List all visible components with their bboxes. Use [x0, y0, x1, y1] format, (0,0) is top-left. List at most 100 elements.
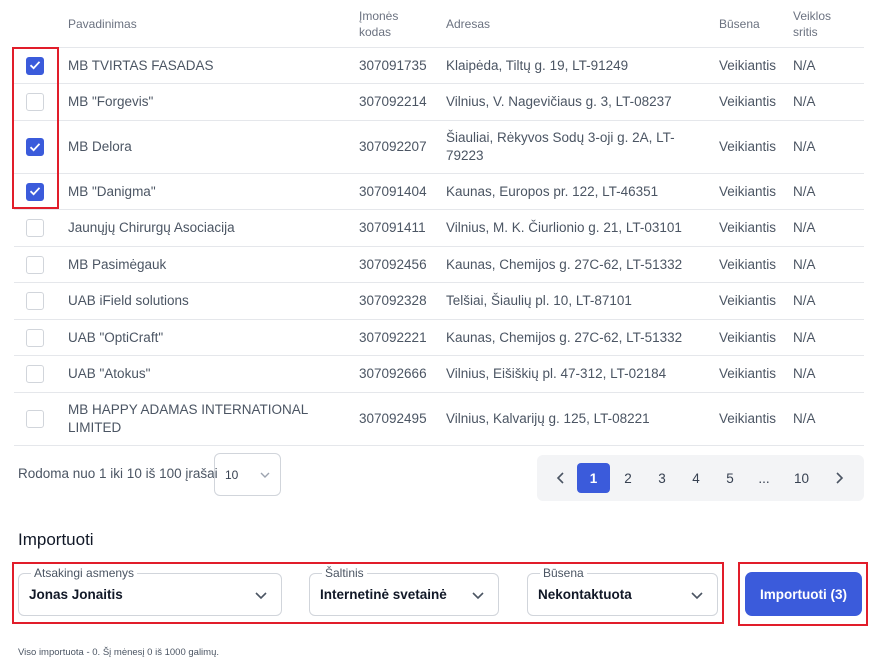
status-label: Būsena [540, 566, 587, 580]
company-code: 307092456 [359, 256, 427, 272]
company-code: 307092666 [359, 366, 427, 381]
table-row: MB TVIRTAS FASADAS 307091735 Klaipėda, Til… [14, 48, 864, 84]
table-row: MB Pasimėgauk 307092456 Kaunas, Chemijos g… [14, 247, 864, 283]
company-field: N/A [793, 366, 816, 381]
company-field: N/A [793, 411, 816, 426]
company-status: Veikiantis [719, 57, 777, 73]
import-button[interactable]: Importuoti (3) [745, 572, 862, 616]
row-checkbox[interactable] [26, 56, 44, 75]
next-page-button[interactable] [827, 463, 851, 493]
table-row: MB Delora 307092207 Šiauliai, Rėkyvos Sodų… [14, 121, 864, 174]
company-code: 307092495 [359, 411, 427, 426]
company-name: Jaunųjų Chirurgų Asociacija [68, 220, 235, 235]
company-field: N/A [793, 293, 816, 308]
company-address: Šiauliai, Rėkyvos Sodų 3-oji g. 2A, LT-7… [446, 130, 675, 163]
company-code: 307092328 [359, 293, 427, 308]
table-header: Pavadinimas Įmonės kodas Adresas Būsena V… [14, 0, 864, 48]
company-name: MB "Forgevis" [68, 94, 154, 109]
page-button-3[interactable]: 3 [648, 463, 676, 493]
companies-table: Pavadinimas Įmonės kodas Adresas Būsena V… [14, 0, 864, 446]
company-status: Veikiantis [719, 94, 777, 109]
company-code: 307091735 [359, 57, 427, 73]
row-checkbox[interactable] [26, 93, 44, 111]
prev-page-button[interactable] [549, 463, 573, 493]
table-row: MB HAPPY ADAMAS INTERNATIONAL LIMITED 307… [14, 393, 864, 446]
chevron-right-icon [836, 472, 844, 484]
source-value: Internetinė svetainė [320, 587, 447, 602]
company-address: Kaunas, Europos pr. 122, LT-46351 [446, 183, 659, 199]
company-field: N/A [793, 94, 816, 109]
status-select[interactable]: Būsena Nekontaktuota [527, 566, 718, 616]
row-checkbox[interactable] [26, 255, 44, 274]
company-field: N/A [793, 329, 816, 345]
table-body: MB TVIRTAS FASADAS 307091735 Klaipėda, Til… [14, 48, 864, 446]
company-status: Veikiantis [719, 366, 777, 381]
company-status: Veikiantis [719, 293, 777, 308]
import-title: Importuoti [18, 530, 94, 549]
row-checkbox[interactable] [26, 292, 44, 310]
company-code: 307092207 [359, 139, 427, 154]
page-size-select[interactable]: 10 [214, 453, 281, 496]
company-name: UAB iField solutions [68, 293, 189, 308]
company-address: Kaunas, Chemijos g. 27C-62, LT-51332 [446, 256, 683, 272]
row-checkbox[interactable] [26, 138, 44, 156]
company-field: N/A [793, 57, 816, 73]
page-button-1[interactable]: 1 [577, 463, 610, 493]
company-name: MB "Danigma" [68, 183, 156, 199]
row-checkbox[interactable] [26, 182, 44, 201]
row-checkbox[interactable] [26, 410, 44, 428]
chevron-down-icon [255, 592, 267, 600]
check-icon [29, 187, 40, 196]
header-name: Pavadinimas [68, 17, 137, 31]
company-address: Vilnius, M. K. Čiurlionio g. 21, LT-0310… [446, 220, 682, 235]
responsible-label: Atsakingi asmenys [31, 566, 138, 580]
company-field: N/A [793, 183, 816, 199]
company-status: Veikiantis [719, 256, 777, 272]
page-button-10[interactable]: 10 [785, 463, 818, 493]
company-name: MB HAPPY ADAMAS INTERNATIONAL LIMITED [68, 402, 308, 435]
company-code: 307092221 [359, 329, 427, 345]
page-button-5[interactable]: 5 [716, 463, 744, 493]
table-row: UAB "Atokus" 307092666 Vilnius, Eišiškių p… [14, 356, 864, 393]
company-field: N/A [793, 256, 816, 272]
company-address: Vilnius, Eišiškių pl. 47-312, LT-02184 [446, 366, 667, 381]
row-checkbox[interactable] [26, 365, 44, 383]
source-select[interactable]: Šaltinis Internetinė svetainė [309, 566, 499, 616]
chevron-down-icon [472, 592, 484, 600]
company-address: Vilnius, Kalvarijų g. 125, LT-08221 [446, 411, 650, 426]
source-label: Šaltinis [322, 566, 367, 580]
company-name: UAB "Atokus" [68, 366, 151, 381]
table-row: MB "Danigma" 307091404 Kaunas, Europos pr.… [14, 174, 864, 210]
chevron-left-icon [556, 472, 564, 484]
check-icon [29, 142, 40, 151]
company-status: Veikiantis [719, 329, 777, 345]
company-name: MB Delora [68, 139, 132, 154]
company-address: Kaunas, Chemijos g. 27C-62, LT-51332 [446, 329, 683, 345]
company-name: MB Pasimėgauk [68, 256, 167, 272]
company-code: 307092214 [359, 94, 427, 109]
chevron-down-icon [260, 472, 270, 478]
company-address: Vilnius, V. Nagevičiaus g. 3, LT-08237 [446, 94, 672, 109]
table-row: MB "Forgevis" 307092214 Vilnius, V. Nagevi… [14, 84, 864, 121]
showing-text: Rodoma nuo 1 iki 10 iš 100 įrašai [18, 466, 218, 481]
pagination: 1 2 3 4 5... 10 [537, 455, 864, 501]
company-status: Veikiantis [719, 139, 777, 154]
responsible-value: Jonas Jonaitis [29, 587, 123, 602]
company-status: Veikiantis [719, 411, 777, 426]
header-code: Įmonės kodas [359, 9, 399, 39]
row-checkbox[interactable] [26, 328, 44, 347]
responsible-select[interactable]: Atsakingi asmenys Jonas Jonaitis [18, 566, 282, 616]
company-address: Telšiai, Šiaulių pl. 10, LT-87101 [446, 293, 632, 308]
page-button-4[interactable]: 4 [682, 463, 710, 493]
company-code: 307091404 [359, 183, 427, 199]
company-field: N/A [793, 139, 816, 154]
company-status: Veikiantis [719, 183, 777, 199]
page-button-2[interactable]: 2 [614, 463, 642, 493]
chevron-down-icon [691, 592, 703, 600]
check-icon [29, 61, 40, 70]
header-field: Veiklos sritis [793, 9, 832, 39]
company-status: Veikiantis [719, 220, 777, 235]
company-code: 307091411 [359, 220, 426, 235]
row-checkbox[interactable] [26, 219, 44, 237]
table-row: UAB "OptiCraft" 307092221 Kaunas, Chemijos… [14, 320, 864, 356]
